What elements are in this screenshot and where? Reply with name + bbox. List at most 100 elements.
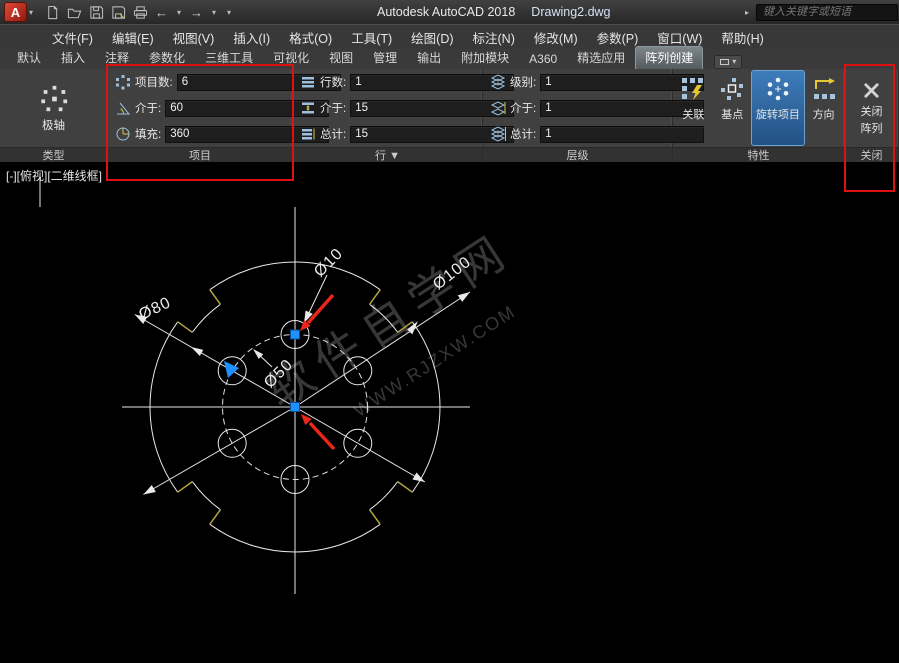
- search-expand-icon[interactable]: ▸: [745, 8, 749, 17]
- menu-item-dimension[interactable]: 标注(N): [473, 28, 515, 47]
- menu-item-file[interactable]: 文件(F): [52, 28, 93, 47]
- rows-between-field: 介于:: [293, 95, 482, 121]
- logo-caret-icon[interactable]: ▾: [29, 8, 33, 17]
- grip-center: [291, 403, 300, 412]
- items-fill-label: 填充:: [135, 126, 161, 142]
- items-between-field: 介于:: [108, 95, 292, 121]
- autocad-logo-button[interactable]: A: [4, 2, 27, 22]
- items-between-label: 介于:: [135, 100, 161, 116]
- base-point-icon: [719, 76, 745, 102]
- associative-icon: [680, 76, 706, 102]
- close-x-icon: [862, 81, 881, 100]
- menu-item-edit[interactable]: 编辑(E): [112, 28, 154, 47]
- items-count-label: 项目数:: [135, 74, 173, 90]
- fill-angle-icon: [115, 126, 131, 142]
- rows-between-icon: [300, 100, 316, 116]
- tab-addins[interactable]: 附加模块: [452, 47, 518, 69]
- base-point-label: 基点: [721, 106, 743, 122]
- levels-count-icon: [490, 74, 506, 90]
- tab-default[interactable]: 默认: [8, 47, 50, 69]
- quick-access-toolbar: ← ▾ → ▾ ▾: [45, 5, 233, 20]
- minirect-icon: [720, 59, 729, 65]
- panel-footer-items[interactable]: 项目: [108, 147, 292, 162]
- panel-type: 极轴 类型: [0, 69, 108, 162]
- panel-footer-properties[interactable]: 特性: [673, 147, 844, 162]
- levels-total-label: 总计:: [510, 126, 536, 142]
- tab-3d-tools[interactable]: 三维工具: [196, 47, 262, 69]
- search-input[interactable]: [756, 4, 898, 21]
- tab-featured-apps[interactable]: 精选应用: [568, 47, 634, 69]
- rows-between-label: 介于:: [320, 100, 346, 116]
- menu-item-parametric[interactable]: 参数(P): [597, 28, 639, 47]
- levels-count-label: 级别:: [510, 74, 536, 90]
- rotate-items-label: 旋转项目: [756, 106, 800, 122]
- menu-item-view[interactable]: 视图(V): [173, 28, 215, 47]
- undo-caret-icon[interactable]: ▾: [177, 8, 181, 17]
- panel-footer-rows[interactable]: 行 ▼: [293, 147, 482, 162]
- dim-d10: Ø10: [311, 245, 347, 281]
- menu-item-modify[interactable]: 修改(M): [534, 28, 578, 47]
- redo-icon[interactable]: →: [190, 6, 203, 19]
- polar-array-button[interactable]: 极轴: [0, 69, 107, 147]
- items-fill-field: 填充:: [108, 121, 292, 147]
- direction-icon: [811, 76, 837, 102]
- rows-count-icon: [300, 74, 316, 90]
- open-file-icon[interactable]: [67, 5, 82, 20]
- associative-label: 关联: [682, 106, 704, 122]
- drawing-viewport[interactable]: [-][俯视][二维线框] 软件自学网 WWW.RJZXW.COM: [0, 162, 899, 663]
- polar-array-icon: [39, 84, 69, 114]
- close-array-button[interactable]: 关闭 阵列: [845, 69, 898, 147]
- items-count-icon: [115, 74, 131, 90]
- rows-total-label: 总计:: [320, 126, 346, 142]
- tab-a360[interactable]: A360: [520, 50, 566, 69]
- direction-button[interactable]: 方向: [804, 71, 843, 145]
- menu-item-help[interactable]: 帮助(H): [721, 28, 763, 47]
- direction-label: 方向: [813, 106, 835, 122]
- plot-icon[interactable]: [133, 5, 148, 20]
- ribbon-minimize-button[interactable]: ▾: [714, 55, 742, 69]
- menu-item-format[interactable]: 格式(O): [289, 28, 332, 47]
- save-as-icon[interactable]: [111, 5, 126, 20]
- menu-item-draw[interactable]: 绘图(D): [411, 28, 453, 47]
- menu-item-tools[interactable]: 工具(T): [351, 28, 392, 47]
- rotate-items-icon: [765, 76, 791, 102]
- doc-title: Drawing2.dwg: [531, 5, 610, 19]
- tab-insert[interactable]: 插入: [52, 47, 94, 69]
- tab-manage[interactable]: 管理: [364, 47, 406, 69]
- levels-total-field: 总计:: [483, 121, 672, 147]
- tab-parametric[interactable]: 参数化: [140, 47, 194, 69]
- levels-between-label: 介于:: [510, 100, 536, 116]
- drawing-canvas[interactable]: 软件自学网 WWW.RJZXW.COM: [0, 162, 899, 663]
- panel-items: 项目数: 介于: 填充: 项目: [108, 69, 293, 162]
- panel-footer-levels[interactable]: 层级: [483, 147, 672, 162]
- infocenter: ▸: [743, 4, 899, 21]
- tab-visualize[interactable]: 可视化: [264, 47, 318, 69]
- ribbon: 极轴 类型 项目数: 介于: 填充:: [0, 69, 899, 162]
- tab-view[interactable]: 视图: [320, 47, 362, 69]
- associative-button[interactable]: 关联: [674, 71, 713, 145]
- panel-levels: 级别: 介于: 总计: 层级: [483, 69, 673, 162]
- close-array-label-2: 阵列: [861, 120, 883, 136]
- app-title: Autodesk AutoCAD 2018: [377, 5, 515, 19]
- save-icon[interactable]: [89, 5, 104, 20]
- qat-customize-caret-icon[interactable]: ▾: [227, 8, 231, 17]
- new-file-icon[interactable]: [45, 5, 60, 20]
- angle-between-icon: [115, 100, 131, 116]
- tab-output[interactable]: 输出: [408, 47, 450, 69]
- panel-footer-type[interactable]: 类型: [0, 147, 107, 162]
- redo-caret-icon[interactable]: ▾: [212, 8, 216, 17]
- tab-annotate[interactable]: 注释: [96, 47, 138, 69]
- menu-item-insert[interactable]: 插入(I): [233, 28, 270, 47]
- undo-icon[interactable]: ←: [155, 6, 168, 19]
- rows-total-field: 总计:: [293, 121, 482, 147]
- viewport-controls[interactable]: [-][俯视][二维线框]: [6, 167, 102, 184]
- polar-array-label: 极轴: [42, 117, 65, 133]
- menu-item-window[interactable]: 窗口(W): [657, 28, 702, 47]
- panel-properties: 关联 基点 旋转项目 方向 特性: [673, 69, 845, 162]
- rotate-items-button[interactable]: 旋转项目: [752, 71, 804, 145]
- tab-array-creation[interactable]: 阵列创建: [636, 47, 702, 69]
- dim-d80: Ø80: [136, 294, 173, 323]
- panel-footer-close[interactable]: 关闭: [845, 147, 898, 162]
- base-point-button[interactable]: 基点: [713, 71, 752, 145]
- grip-top-hole: [291, 330, 300, 339]
